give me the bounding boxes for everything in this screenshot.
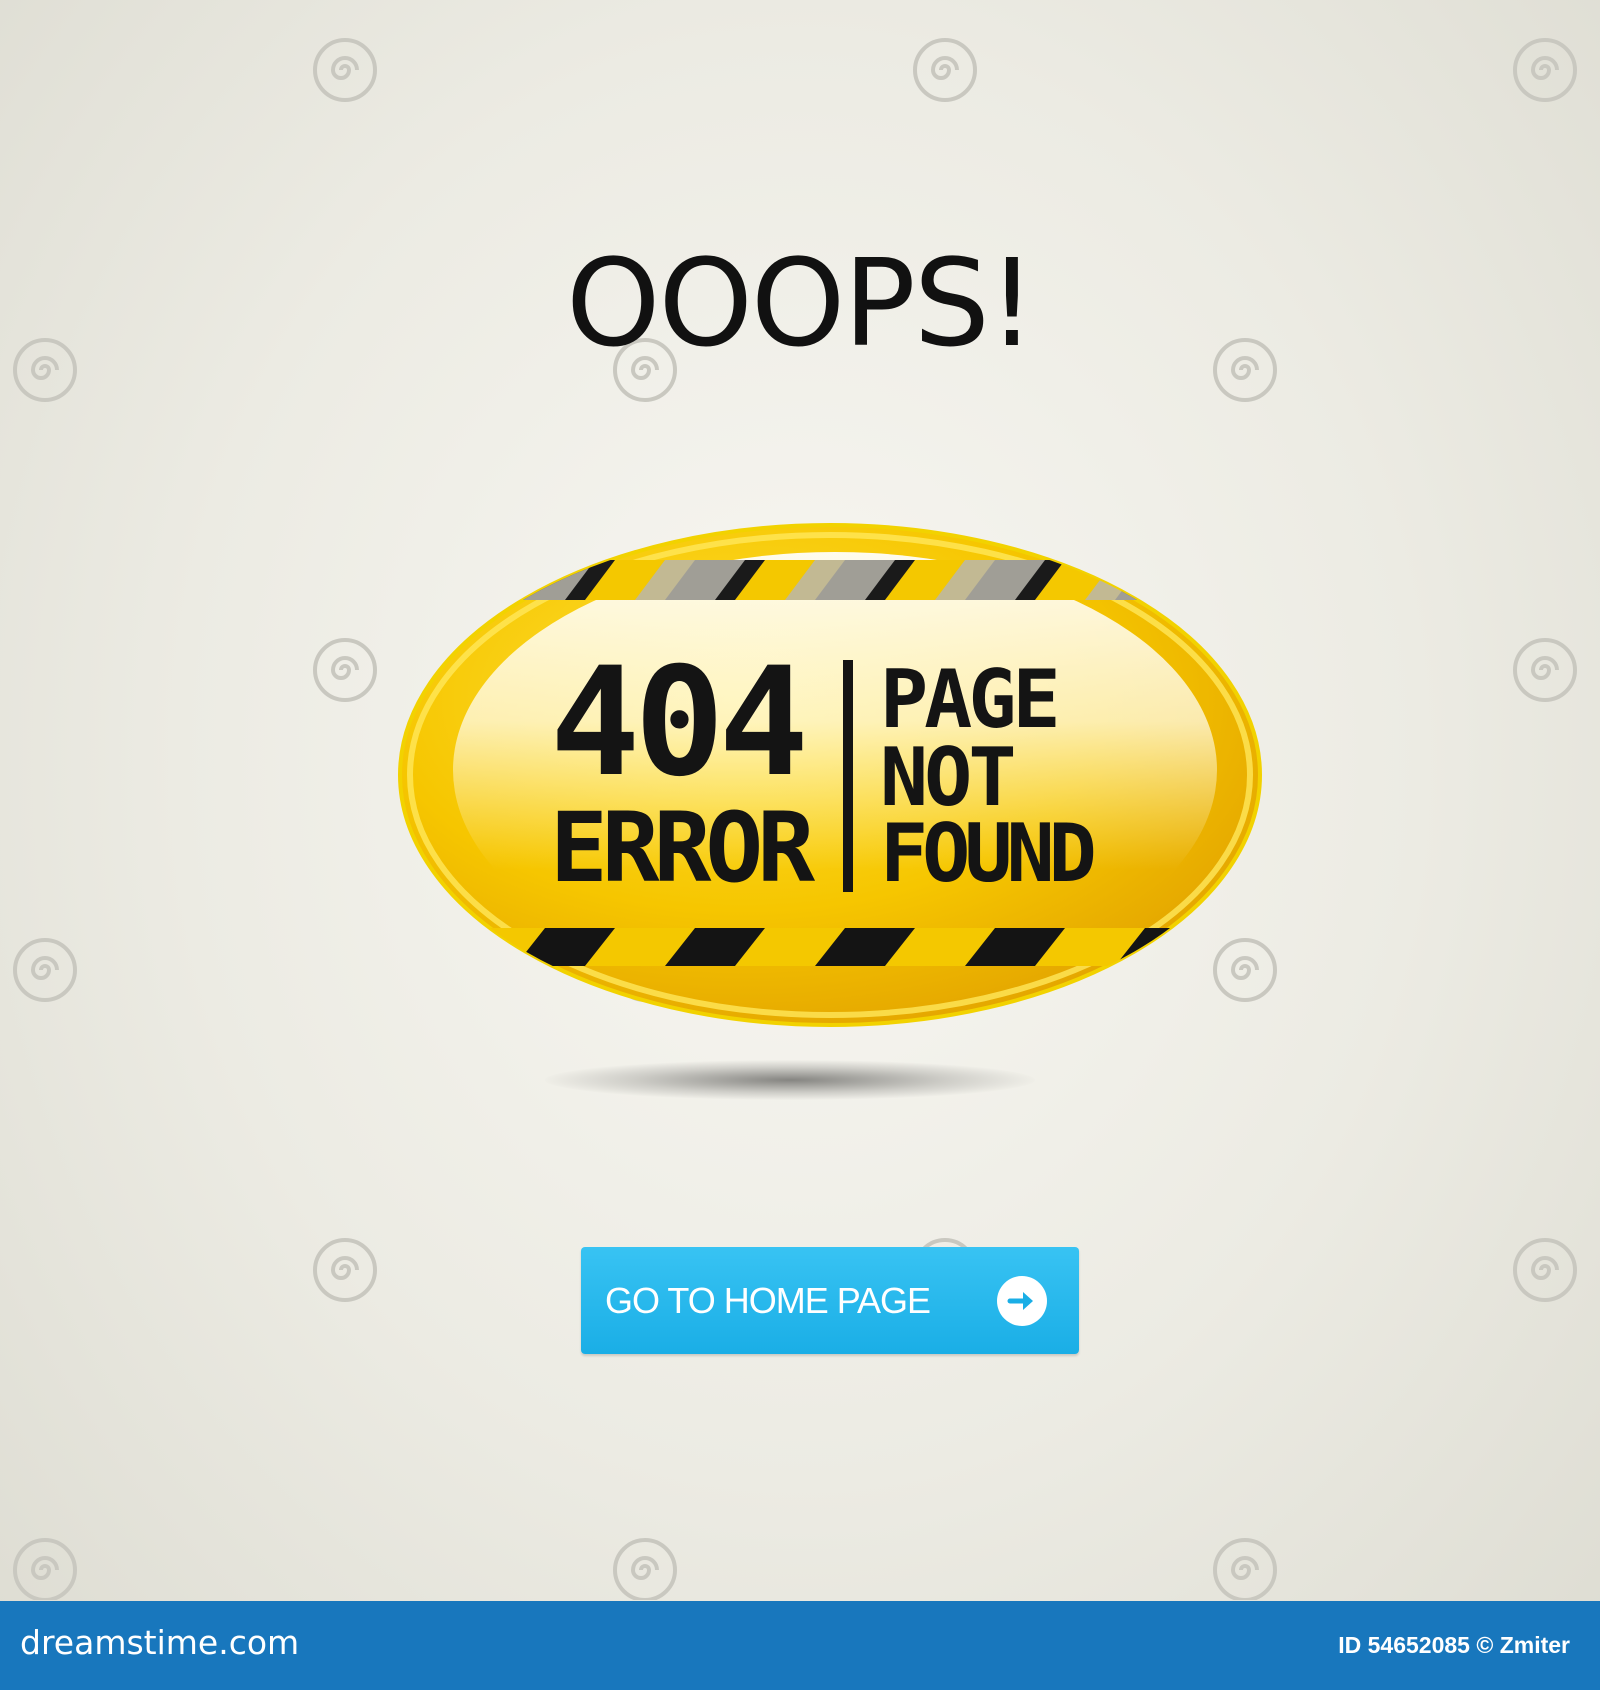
sign-shadow	[545, 1060, 1035, 1100]
spiral-logo-icon	[1213, 1538, 1277, 1600]
site-name[interactable]: dreamstime.com	[20, 1623, 299, 1662]
spiral-logo-icon	[30, 956, 59, 980]
error-message-line: NOT	[880, 731, 1016, 824]
spiral-logo-icon	[313, 1238, 377, 1302]
spiral-logo-icon	[630, 1556, 659, 1580]
spiral-logo-icon	[1513, 38, 1577, 102]
error-sign	[398, 523, 1262, 1027]
spiral-logo-icon	[330, 56, 359, 80]
home-button-label: GO TO HOME PAGE	[605, 1279, 931, 1321]
spiral-logo-icon	[1513, 1238, 1577, 1302]
spiral-logo-icon	[330, 656, 359, 680]
spiral-logo-icon	[930, 56, 959, 80]
top-hazard-stripes	[400, 560, 1260, 600]
go-to-home-page-button[interactable]: GO TO HOME PAGE	[581, 1247, 1079, 1354]
spiral-logo-icon	[330, 1256, 359, 1280]
spiral-logo-icon	[13, 938, 77, 1002]
page-title: OOOPS!	[566, 235, 1036, 374]
error-code: 404	[550, 636, 809, 810]
spiral-logo-icon	[1530, 1256, 1559, 1280]
spiral-logo-icon	[1230, 1556, 1259, 1580]
footer-bar: dreamstime.com ID 54652085 © Zmiter	[0, 1601, 1600, 1690]
sign-divider	[843, 660, 853, 892]
spiral-logo-icon	[13, 1538, 77, 1600]
error-message-line: PAGE	[880, 653, 1061, 746]
spiral-logo-icon	[1530, 56, 1559, 80]
spiral-logo-icon	[30, 1556, 59, 1580]
spiral-logo-icon	[313, 38, 377, 102]
error-message-line: FOUND	[880, 807, 1097, 900]
bottom-hazard-stripes	[400, 928, 1260, 966]
error-code-label: ERROR	[550, 792, 815, 904]
spiral-logo-icon	[613, 1538, 677, 1600]
spiral-logo-icon	[1530, 656, 1559, 680]
spiral-logo-icon	[913, 38, 977, 102]
spiral-logo-icon	[1513, 638, 1577, 702]
image-id: ID 54652085 © Zmiter	[1338, 1632, 1570, 1658]
arrow-right-circle-icon	[997, 1276, 1047, 1326]
spiral-logo-icon	[313, 638, 377, 702]
